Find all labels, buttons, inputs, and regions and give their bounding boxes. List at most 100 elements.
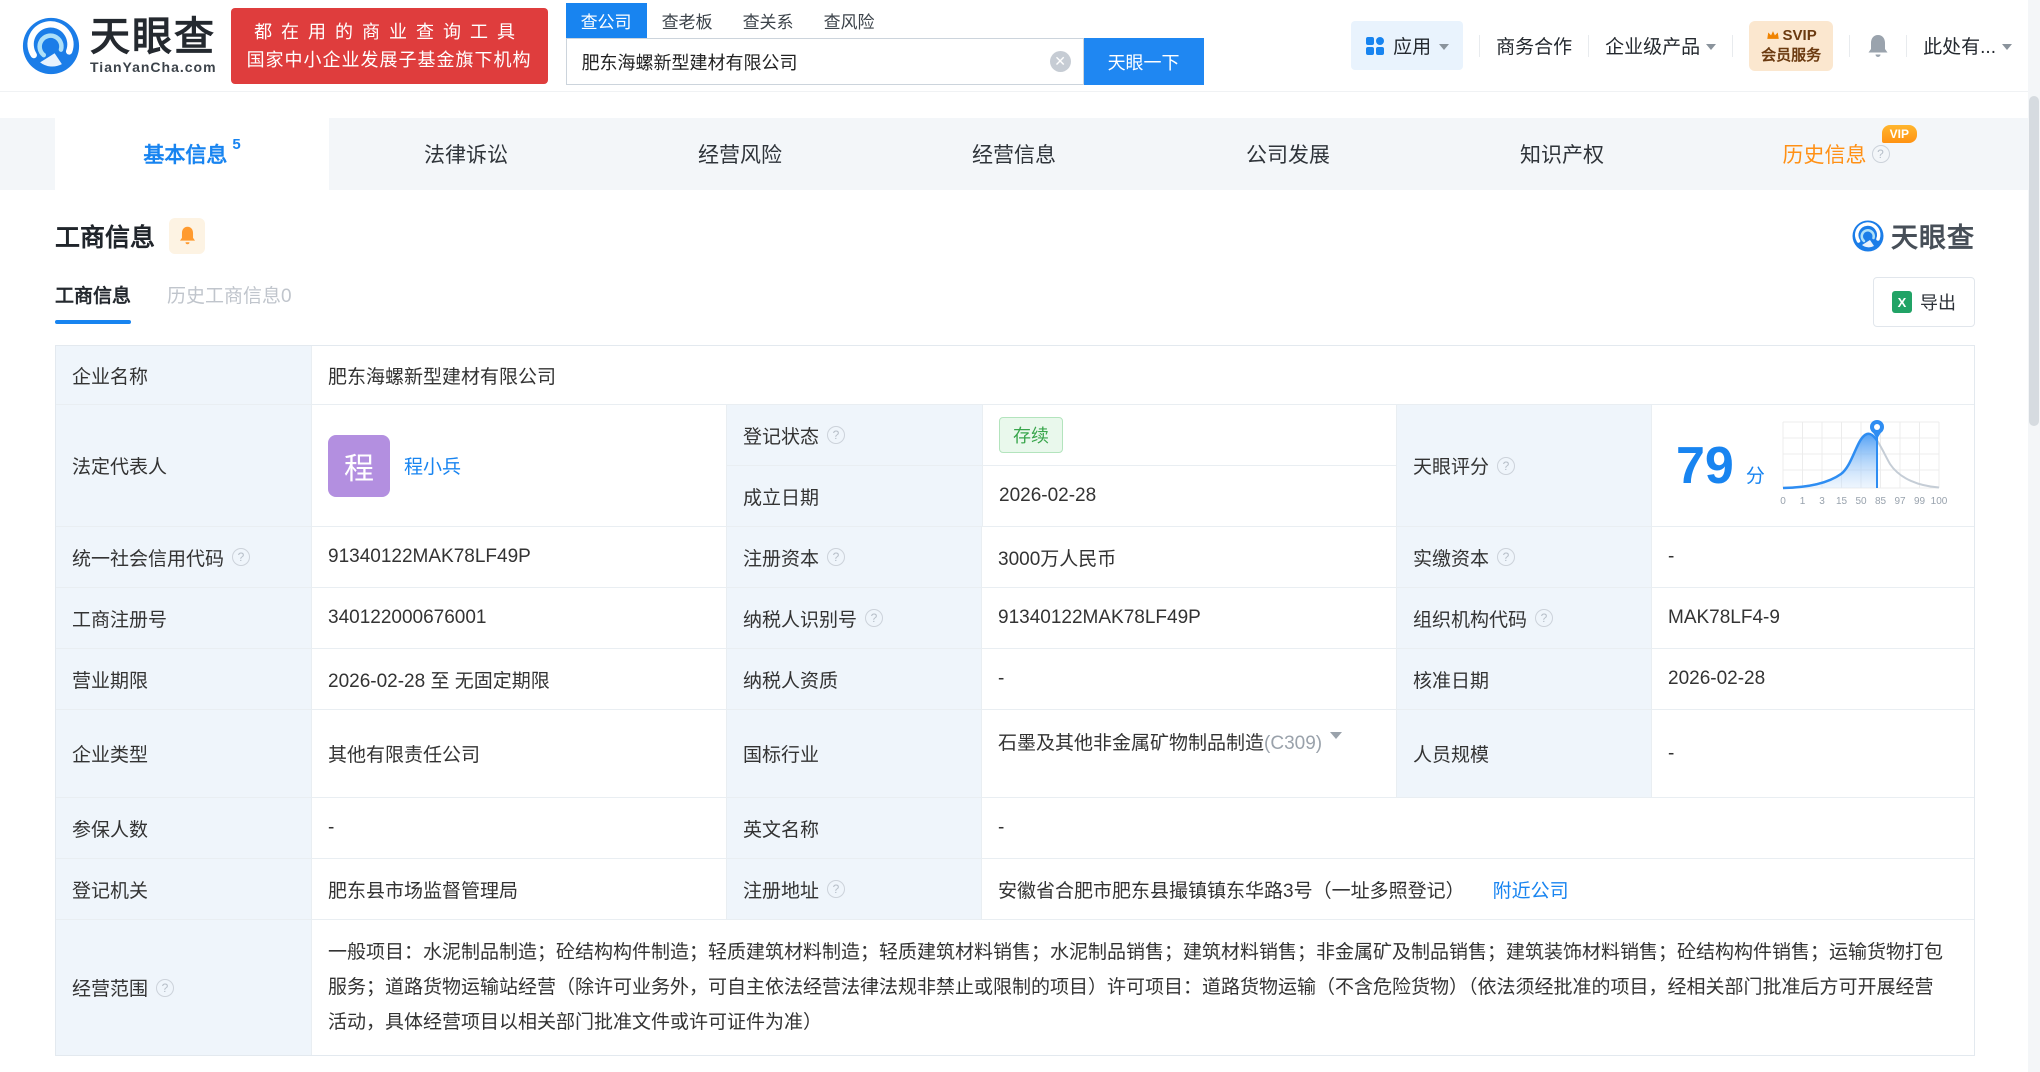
tab-operating-risk[interactable]: 经营风险 — [603, 118, 877, 190]
search-tabs: 查公司 查老板 查关系 查风险 — [565, 3, 1204, 38]
tab-company-development[interactable]: 公司发展 — [1151, 118, 1425, 190]
brand-name: 天眼查 — [90, 14, 216, 59]
table-row-company-name: 企业名称 肥东海螺新型建材有限公司 — [56, 346, 1974, 404]
apps-menu-button[interactable]: 应用 — [1351, 21, 1464, 70]
scrollbar-track[interactable] — [2028, 0, 2040, 1072]
table-row-insured: 参保人数 - 英文名称 - — [56, 797, 1974, 858]
company-name-value: 肥东海螺新型建材有限公司 — [311, 346, 1974, 404]
staff-size-value: - — [1651, 710, 1974, 797]
help-icon[interactable]: ? — [156, 978, 175, 997]
insured-label: 参保人数 — [56, 798, 311, 858]
table-row-legal-rep: 法定代表人 程 程小兵 登记状态 ? 存续 成立日期 2026-02-28 天眼… — [56, 404, 1974, 526]
reg-status-cell: 登记状态 ? — [727, 405, 982, 465]
english-name-value: - — [981, 798, 1974, 858]
score-unit: 分 — [1745, 466, 1765, 487]
reg-authority-value: 肥东县市场监督管理局 — [311, 859, 726, 919]
chevron-down-icon[interactable] — [1330, 732, 1343, 739]
search-button[interactable]: 天眼一下 — [1083, 38, 1204, 85]
notification-bell-icon[interactable] — [1866, 33, 1890, 59]
orange-bell-icon — [179, 226, 195, 245]
export-label: 导出 — [1920, 293, 1956, 313]
watermark-brand: 天眼查 — [1891, 223, 1975, 253]
monitor-bell-button[interactable] — [169, 217, 206, 254]
credit-code-label: 统一社会信用代码 — [72, 548, 225, 570]
search-input[interactable] — [581, 51, 1050, 72]
tab-history-info[interactable]: 历史信息 ? VIP — [1699, 118, 1973, 190]
search-tab-relation[interactable]: 查关系 — [728, 3, 809, 38]
subtab-history-business-info[interactable]: 历史工商信息0 — [167, 281, 292, 324]
search-tab-company[interactable]: 查公司 — [565, 3, 647, 38]
help-icon[interactable]: ? — [827, 548, 846, 566]
org-code-label-cell: 组织机构代码 ? — [1396, 588, 1651, 648]
nearby-companies-link[interactable]: 附近公司 — [1493, 876, 1569, 903]
org-code-label: 组织机构代码 — [1413, 609, 1528, 631]
promo-line2: 国家中小企业发展子基金旗下机构 — [246, 49, 532, 70]
reg-address-label-cell: 注册地址 ? — [726, 859, 981, 919]
svg-text:100: 100 — [1931, 496, 1947, 507]
svg-text:85: 85 — [1875, 496, 1887, 507]
reg-status-label: 登记状态 — [743, 426, 820, 448]
subtab-business-info[interactable]: 工商信息 — [55, 281, 132, 324]
user-account-menu[interactable]: 此处有... — [1923, 32, 2012, 59]
chevron-down-icon — [1439, 43, 1450, 50]
help-icon[interactable]: ? — [865, 609, 884, 627]
svip-label: SVIP — [1782, 26, 1817, 44]
search-tab-boss[interactable]: 查老板 — [647, 3, 728, 38]
search-tab-risk[interactable]: 查风险 — [809, 3, 890, 38]
help-icon[interactable]: ? — [1497, 456, 1516, 475]
tab-basic-info[interactable]: 基本信息 5 — [55, 118, 329, 190]
nav-enterprise-products[interactable]: 企业级产品 — [1605, 32, 1717, 59]
promo-banner: 都在用的商业查询工具 国家中小企业发展子基金旗下机构 — [230, 7, 548, 84]
legal-rep-avatar[interactable]: 程 — [328, 434, 390, 497]
table-row-company-type: 企业类型 其他有限责任公司 国标行业 石墨及其他非金属矿物制品制造 (C309)… — [56, 709, 1974, 797]
reg-address-label: 注册地址 — [743, 880, 820, 902]
taxpayer-id-value: 91340122MAK78LF49P — [981, 588, 1396, 648]
help-icon[interactable]: ? — [232, 548, 251, 566]
english-name-label: 英文名称 — [726, 798, 981, 858]
reg-number-label: 工商注册号 — [56, 588, 311, 648]
tab-business-info[interactable]: 经营信息 — [877, 118, 1151, 190]
divider — [1479, 34, 1481, 57]
member-service-label: 会员服务 — [1761, 46, 1822, 64]
table-row-business-term: 营业期限 2026-02-28 至 无固定期限 纳税人资质 - 核准日期 202… — [56, 648, 1974, 709]
excel-icon: X — [1892, 291, 1912, 313]
tianyancha-logo[interactable]: 天眼查 TianYanCha.com — [22, 17, 217, 75]
tianyancha-logo-icon — [1852, 220, 1884, 251]
tab-legal-proceedings[interactable]: 法律诉讼 — [329, 118, 603, 190]
vip-badge: VIP — [1881, 125, 1917, 143]
org-code-value: MAK78LF4-9 — [1651, 588, 1974, 648]
help-icon[interactable]: ? — [827, 880, 846, 898]
chevron-down-icon — [1706, 43, 1717, 50]
company-type-label: 企业类型 — [56, 710, 311, 797]
clear-search-icon[interactable]: ✕ — [1049, 51, 1071, 72]
reg-address-cell: 安徽省合肥市肥东县撮镇镇东华路3号（一址多照登记） 附近公司 — [981, 859, 1974, 919]
svg-text:50: 50 — [1855, 496, 1867, 507]
svg-text:97: 97 — [1894, 496, 1906, 507]
legal-rep-name-link[interactable]: 程小兵 — [404, 452, 461, 479]
reg-number-value: 340122000676001 — [311, 588, 726, 648]
export-button[interactable]: X 导出 — [1873, 277, 1975, 327]
status-date-cells: 登记状态 ? 存续 成立日期 2026-02-28 — [726, 405, 1397, 526]
search-box: ✕ — [565, 38, 1084, 85]
legal-rep-label: 法定代表人 — [56, 405, 311, 526]
tab-intellectual-property[interactable]: 知识产权 — [1425, 118, 1699, 190]
help-icon[interactable]: ? — [1871, 145, 1890, 163]
promo-line1: 都在用的商业查询工具 — [254, 21, 525, 42]
help-icon[interactable]: ? — [827, 426, 846, 444]
reg-authority-label: 登记机关 — [56, 859, 311, 919]
taxpayer-id-label: 纳税人识别号 — [743, 609, 858, 631]
help-icon[interactable]: ? — [1497, 548, 1516, 566]
taxpayer-quality-value: - — [981, 649, 1396, 709]
score-cell: 79 分 0 1 3 15 50 85 97 99 100 — [1651, 405, 1974, 526]
svip-member-button[interactable]: SVIP 会员服务 — [1749, 20, 1834, 71]
reg-capital-value: 3000万人民币 — [981, 527, 1396, 587]
score-distribution-chart: 0 1 3 15 50 85 97 99 100 — [1780, 419, 1947, 507]
tab-basic-label: 基本信息 — [143, 144, 228, 167]
tianyancha-logo-icon — [22, 17, 80, 74]
tab-basic-count: 5 — [232, 136, 241, 153]
scrollbar-thumb[interactable] — [2029, 96, 2039, 426]
help-icon[interactable]: ? — [1535, 609, 1554, 627]
tab-history-label: 历史信息 — [1782, 144, 1867, 167]
nav-business-coop[interactable]: 商务合作 — [1496, 32, 1572, 59]
establish-date-label: 成立日期 — [727, 466, 982, 526]
